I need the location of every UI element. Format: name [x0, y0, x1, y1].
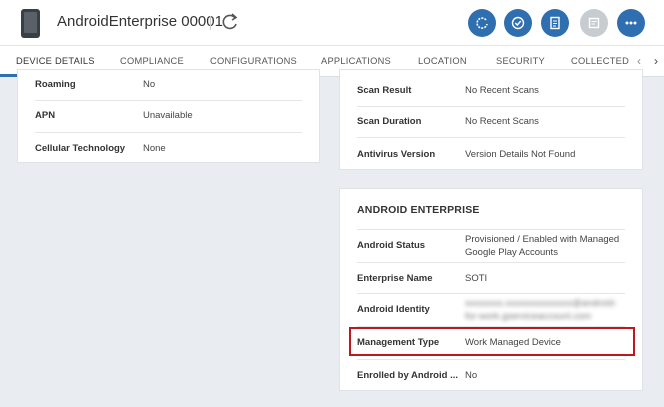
roaming-value: No	[143, 79, 156, 90]
network-card: Roaming No APN Unavailable Cellular Tech…	[17, 69, 320, 163]
section-title: ANDROID ENTERPRISE	[357, 204, 480, 216]
scan-result-label: Scan Result	[357, 85, 412, 96]
android-identity-label: Android Identity	[357, 304, 430, 315]
tab-security[interactable]: SECURITY	[496, 56, 545, 66]
apn-value: Unavailable	[143, 110, 193, 121]
device-header: AndroidEnterprise 00001	[0, 0, 664, 46]
chevron-right-icon[interactable]: ›	[654, 54, 658, 68]
tab-device-details[interactable]: DEVICE DETAILS	[16, 56, 95, 66]
enrolled-by-android-label: Enrolled by Android ...	[357, 370, 458, 381]
document-icon	[550, 16, 560, 30]
device-title: AndroidEnterprise 00001	[57, 13, 223, 30]
cellular-technology-label: Cellular Technology	[35, 143, 126, 154]
tab-compliance[interactable]: COMPLIANCE	[120, 56, 184, 66]
cellular-technology-value: None	[143, 143, 166, 154]
management-type-highlight-box	[349, 327, 635, 356]
document-button[interactable]	[541, 9, 569, 37]
enterprise-name-label: Enterprise Name	[357, 273, 433, 284]
scan-result-value: No Recent Scans	[465, 85, 539, 96]
sync-icon	[476, 17, 488, 29]
row-divider	[35, 100, 302, 101]
refresh-icon[interactable]	[220, 11, 240, 33]
message-icon	[588, 17, 600, 29]
row-divider	[357, 137, 625, 138]
enterprise-name-value: SOTI	[465, 273, 488, 284]
android-status-value: Provisioned / Enabled with Managed Googl…	[465, 234, 620, 258]
row-divider	[357, 106, 625, 107]
title-divider	[210, 16, 211, 30]
tab-applications[interactable]: APPLICATIONS	[321, 56, 391, 66]
row-divider	[357, 359, 625, 360]
enrolled-by-android-value: No	[465, 370, 478, 381]
tab-location[interactable]: LOCATION	[418, 56, 467, 66]
antivirus-version-value: Version Details Not Found	[465, 149, 576, 160]
android-enterprise-card: ANDROID ENTERPRISE Android Status Provis…	[339, 188, 643, 391]
sync-button[interactable]	[468, 9, 496, 37]
check-icon	[511, 16, 525, 30]
tab-collected-data[interactable]: COLLECTED DATA	[571, 56, 632, 66]
android-phone-icon	[21, 9, 40, 38]
android-identity-value: xxxxxxxx.xxxxxxxxxxxxxx@android-for-work…	[465, 298, 617, 322]
roaming-label: Roaming	[35, 79, 76, 90]
check-compliance-button[interactable]	[504, 9, 532, 37]
row-divider	[35, 132, 302, 133]
more-icon	[625, 21, 637, 25]
row-divider	[357, 262, 625, 263]
security-card: Scan Result No Recent Scans Scan Duratio…	[339, 69, 643, 170]
scan-duration-label: Scan Duration	[357, 116, 422, 127]
apn-label: APN	[35, 110, 56, 121]
row-divider	[357, 293, 625, 294]
more-actions-button[interactable]	[617, 9, 645, 37]
android-status-label: Android Status	[357, 240, 426, 251]
scan-duration-value: No Recent Scans	[465, 116, 539, 127]
chevron-left-icon[interactable]: ‹	[637, 54, 641, 68]
antivirus-version-label: Antivirus Version	[357, 149, 436, 160]
tab-configurations[interactable]: CONFIGURATIONS	[210, 56, 297, 66]
message-button[interactable]	[580, 9, 608, 37]
row-divider	[357, 229, 625, 230]
